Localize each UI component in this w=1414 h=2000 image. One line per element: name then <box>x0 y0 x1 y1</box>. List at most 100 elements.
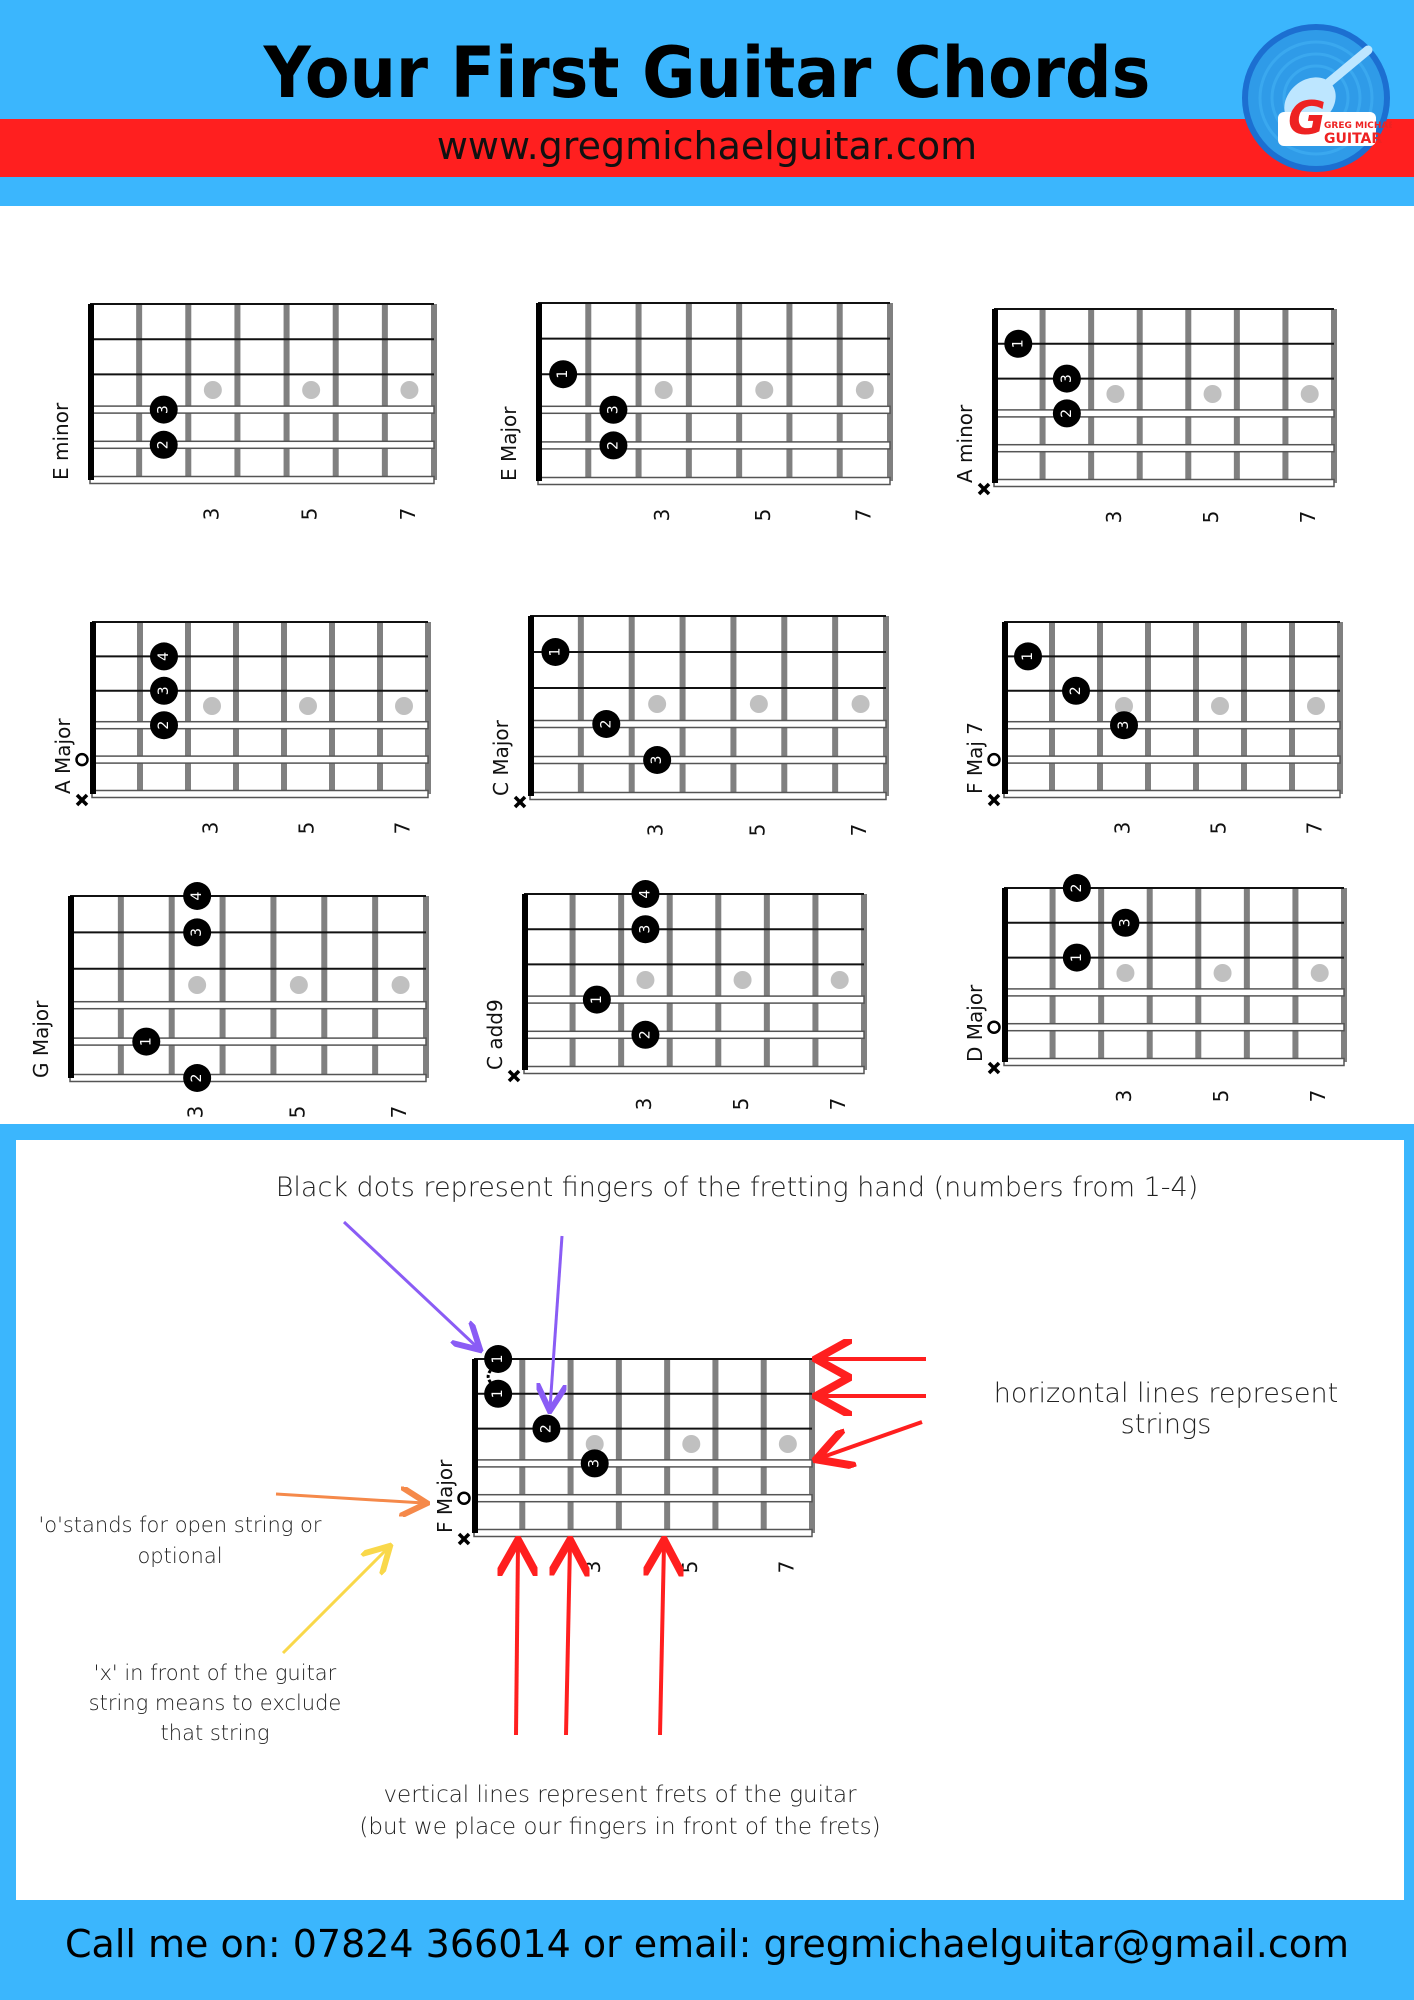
string-line <box>1003 988 1345 997</box>
string-line <box>537 441 891 450</box>
chord-card: 3 5 7 A minor 2 3 1 <box>953 308 1337 524</box>
fret-number-label: 7 <box>1306 1090 1330 1103</box>
open-string-icon <box>75 752 89 767</box>
finger-number: 2 <box>538 1424 554 1433</box>
chord-name: A minor <box>953 404 977 483</box>
finger-number: 1 <box>1010 339 1026 348</box>
inlay-dot <box>299 697 317 715</box>
chord-name: A Major <box>51 718 75 794</box>
fret-number-label: 5 <box>729 1098 753 1111</box>
string-line <box>523 1065 865 1075</box>
fret-line <box>1289 622 1295 794</box>
fret-line <box>809 1359 815 1533</box>
website-link[interactable]: www.gregmichaelguitar.com <box>0 124 1414 168</box>
inlay-dot <box>855 381 874 399</box>
inlay-dot <box>188 976 207 994</box>
fret-number-label: 3 <box>184 1106 208 1119</box>
fret-line <box>185 622 191 794</box>
inlay-dot <box>851 695 870 713</box>
fret-number-label: 7 <box>1296 511 1320 524</box>
finger-number: 2 <box>156 721 172 730</box>
finger-number: 2 <box>156 440 172 449</box>
fret-line <box>283 304 290 480</box>
logo-line1: GREG MICHAEL <box>1324 121 1392 131</box>
mute-x-icon <box>513 795 527 809</box>
fret-line <box>329 622 335 794</box>
inlay-dot <box>648 695 667 713</box>
fret-number-label: 7 <box>851 509 875 522</box>
fret-line <box>887 303 893 481</box>
finger-number: 3 <box>156 686 172 695</box>
fret-line <box>233 622 239 794</box>
fret-line <box>321 896 328 1078</box>
fret-line <box>577 616 584 796</box>
chord-diagram: 3 5 7 A minor 2 3 1 <box>953 308 1337 524</box>
logo-line2: GUITAR <box>1324 131 1382 147</box>
string-line <box>1003 1022 1345 1032</box>
string-line <box>473 1528 813 1538</box>
fret-line <box>786 303 793 481</box>
fret-line <box>1341 888 1347 1062</box>
string-line <box>1003 789 1341 799</box>
fret-number-label: 5 <box>1209 1090 1233 1103</box>
finger-number: 1 <box>490 1355 506 1364</box>
fret-line <box>715 894 722 1070</box>
fret-line <box>1331 309 1337 483</box>
string-line <box>89 440 435 450</box>
string-line <box>529 755 887 765</box>
fret-line <box>281 622 287 794</box>
frets-note-line2: (but we place our fingers in front of th… <box>359 1814 881 1840</box>
nut <box>992 309 998 483</box>
mute-x-icon <box>507 1069 521 1083</box>
fret-line <box>1292 888 1299 1062</box>
inlay-dot <box>755 381 774 399</box>
finger-number: 2 <box>1068 686 1084 695</box>
string-line <box>473 1493 813 1503</box>
mute-x-icon <box>457 1532 471 1546</box>
fret-line <box>519 1359 526 1533</box>
inlay-dot <box>1203 385 1222 403</box>
finger-number: 4 <box>637 889 653 898</box>
inlay-dot <box>733 971 752 989</box>
contact-info: Call me on: 07824 366014 or email: gregm… <box>65 1922 1349 1966</box>
fret-number-label: 3 <box>199 508 223 521</box>
chord-diagram: 3 5 7F Maj 7 321 <box>963 621 1343 834</box>
finger-number: 3 <box>637 925 653 934</box>
fret-line <box>1098 888 1105 1062</box>
frets-note-line1: vertical lines represent frets of the gu… <box>383 1782 857 1808</box>
string-line <box>91 755 429 764</box>
fret-line <box>381 304 388 480</box>
chord-card: 3 5 7 E minor 2 3 <box>49 303 437 521</box>
nut <box>68 896 74 1078</box>
finger-number: 3 <box>1117 918 1133 927</box>
finger-number: 3 <box>649 756 665 765</box>
strings-note: horizontal lines represent strings <box>993 1378 1339 1440</box>
fret-line <box>664 1359 671 1533</box>
chord-card: 3 5 7 E Major 2 3 1 <box>497 302 893 522</box>
fret-line <box>234 304 241 480</box>
fret-line <box>1146 888 1153 1062</box>
nut <box>536 303 542 481</box>
nut <box>90 622 96 794</box>
nut <box>528 616 534 796</box>
inlay-dot <box>302 381 321 399</box>
fret-line <box>431 304 437 480</box>
inlay-dot <box>1310 964 1329 982</box>
chord-card: 3 5 7 C add9 2 1 3 4 <box>483 880 867 1111</box>
inlay-dot <box>1116 964 1135 982</box>
finger-number: 1 <box>555 370 571 379</box>
finger-number: 2 <box>189 1074 205 1083</box>
chord-diagram: 3 5 7A Major 234 <box>51 621 431 834</box>
fret-line <box>712 1359 719 1533</box>
fret-line <box>1243 888 1250 1062</box>
fret-line <box>861 894 867 1070</box>
fret-number-label: 5 <box>285 1106 309 1119</box>
fret-line <box>679 616 686 796</box>
page-title: Your First Guitar Chords <box>263 32 1151 114</box>
open-string-icon <box>987 1020 1001 1034</box>
nut <box>472 1359 478 1533</box>
mute-x-icon <box>75 793 89 807</box>
nut <box>522 894 528 1070</box>
chord-diagram: 3 5 7C Major 321 <box>489 615 889 836</box>
fret-line <box>185 304 192 480</box>
